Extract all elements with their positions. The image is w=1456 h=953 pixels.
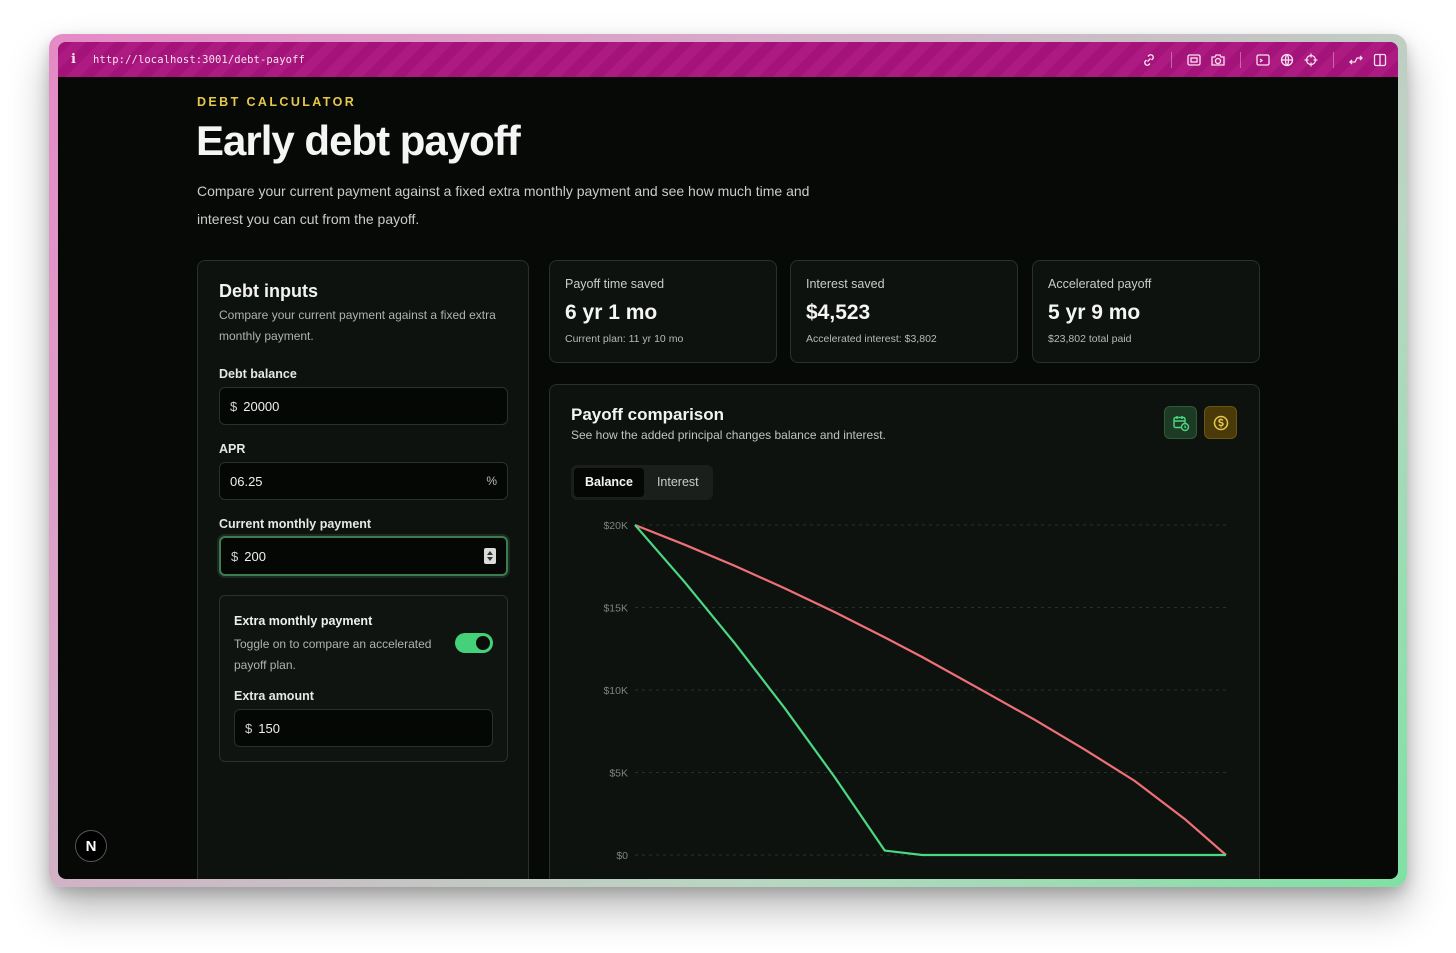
payoff-comparison-title: Payoff comparison	[571, 405, 725, 424]
calendar-clock-icon	[1172, 415, 1189, 431]
chart-tabs: Balance Interest	[571, 465, 713, 500]
crosshair-icon[interactable]	[1303, 52, 1319, 68]
browser-toolbar: i http://localhost:3001/debt-payoff	[58, 42, 1398, 77]
debt-balance-value: 20000	[243, 398, 280, 414]
debt-inputs-title: Debt inputs	[219, 281, 318, 301]
nextjs-badge[interactable]: N	[75, 830, 107, 862]
screenshot-icon[interactable]	[1186, 52, 1202, 68]
browser-window: i http://localhost:3001/debt-payoff DEBT…	[58, 42, 1398, 879]
extra-payment-panel: Extra monthly payment Toggle on to compa…	[219, 595, 508, 762]
globe-icon[interactable]	[1279, 52, 1295, 68]
extra-amount-input[interactable]: $ 150	[234, 709, 493, 747]
number-stepper[interactable]	[484, 548, 496, 564]
current-payment-label: Current monthly payment	[219, 517, 372, 531]
tab-interest[interactable]: Interest	[646, 468, 710, 497]
debt-inputs-card: Debt inputs Compare your current payment…	[197, 260, 529, 879]
currency-prefix: $	[230, 398, 238, 414]
extra-amount-label: Extra amount	[234, 689, 314, 703]
currency-prefix: $	[231, 548, 239, 564]
y-tick-label: $15K	[603, 603, 628, 615]
toolbar-divider	[1240, 51, 1241, 68]
y-tick-label: $0	[616, 850, 628, 862]
apr-label: APR	[219, 442, 246, 456]
camera-icon[interactable]	[1210, 52, 1226, 68]
payoff-comparison-subtitle: See how the added principal changes bala…	[571, 428, 886, 442]
dollar-coin-icon	[1213, 415, 1228, 430]
toolbar-icons	[1141, 42, 1388, 77]
page-content: DEBT CALCULATOR Early debt payoff Compar…	[58, 77, 1398, 879]
toggle-knob	[476, 636, 490, 650]
stat-note: Accelerated interest: $3,802	[806, 333, 937, 345]
extra-payment-subtitle: Toggle on to compare an accelerated payo…	[234, 637, 432, 672]
extensions-icon[interactable]	[1348, 52, 1364, 68]
page-eyebrow: DEBT CALCULATOR	[197, 95, 357, 109]
extra-payment-title: Extra monthly payment	[234, 614, 373, 628]
terminal-icon[interactable]	[1255, 52, 1271, 68]
debt-balance-label: Debt balance	[219, 367, 297, 381]
page-description: Compare your current payment against a f…	[197, 183, 810, 227]
balance-chart: $20K $15K $10K $5K $0	[603, 520, 1227, 862]
tab-balance[interactable]: Balance	[574, 468, 644, 497]
dollar-coin-button[interactable]	[1204, 406, 1237, 439]
y-tick-label: $20K	[603, 520, 628, 532]
toolbar-divider	[1333, 51, 1334, 68]
extra-payment-toggle[interactable]	[455, 633, 493, 653]
current-payment-input[interactable]: $ 200	[219, 536, 508, 576]
page-title: Early debt payoff	[196, 117, 521, 164]
y-tick-label: $5K	[609, 768, 628, 780]
calendar-clock-button[interactable]	[1164, 406, 1197, 439]
info-icon[interactable]: i	[71, 52, 89, 67]
stat-label: Payoff time saved	[565, 277, 665, 291]
stat-label: Interest saved	[806, 277, 885, 291]
stat-note: $23,802 total paid	[1048, 333, 1132, 345]
percent-suffix: %	[486, 474, 497, 488]
payoff-comparison-card: Payoff comparison See how the added prin…	[549, 384, 1260, 879]
stat-value: 6 yr 1 mo	[565, 301, 658, 324]
stat-value: 5 yr 9 mo	[1048, 301, 1141, 324]
debt-balance-input[interactable]: $ 20000	[219, 387, 508, 425]
apr-input[interactable]: 06.25 %	[219, 462, 508, 500]
stat-label: Accelerated payoff	[1048, 277, 1152, 291]
currency-prefix: $	[245, 720, 253, 736]
y-tick-label: $10K	[603, 685, 628, 697]
address-bar[interactable]: http://localhost:3001/debt-payoff	[93, 54, 305, 66]
stat-card-interest-saved: Interest saved $4,523 Accelerated intere…	[790, 260, 1018, 363]
stat-card-accelerated-payoff: Accelerated payoff 5 yr 9 mo $23,802 tot…	[1032, 260, 1260, 363]
link-icon[interactable]	[1141, 52, 1157, 68]
apr-value: 06.25	[230, 473, 263, 489]
sidebar-toggle-icon[interactable]	[1372, 52, 1388, 68]
stat-card-time-saved: Payoff time saved 6 yr 1 mo Current plan…	[549, 260, 777, 363]
toolbar-divider	[1171, 51, 1172, 68]
stat-value: $4,523	[806, 301, 871, 324]
current-payment-value: 200	[244, 548, 266, 564]
extra-amount-value: 150	[258, 720, 280, 736]
stat-note: Current plan: 11 yr 10 mo	[565, 333, 684, 345]
debt-inputs-subtitle: Compare your current payment against a f…	[219, 308, 496, 343]
